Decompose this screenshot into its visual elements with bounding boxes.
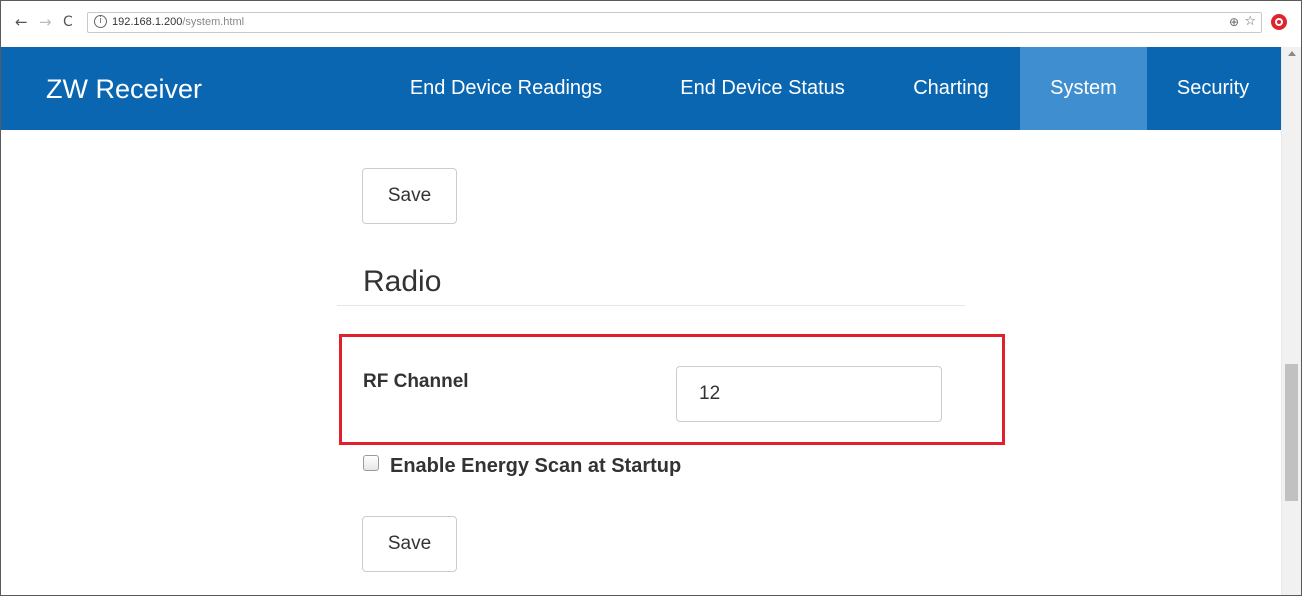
site-navbar: ZW Receiver End Device Readings End Devi…: [1, 47, 1281, 130]
section-title-radio: Radio: [363, 265, 442, 298]
nav-charting[interactable]: Charting: [893, 47, 1009, 130]
reload-icon[interactable]: C: [63, 14, 73, 30]
address-bar[interactable]: i 192.168.1.200/system.html ⊕ ☆: [87, 12, 1262, 33]
nav-system[interactable]: System: [1020, 47, 1147, 130]
save-button-bottom[interactable]: Save: [362, 516, 457, 572]
save-button-top[interactable]: Save: [362, 168, 457, 224]
browser-window: ← → C i 192.168.1.200/system.html ⊕ ☆ ZW…: [0, 0, 1302, 596]
extension-icon[interactable]: [1271, 14, 1287, 30]
url-host: 192.168.1.200: [112, 16, 183, 28]
rf-channel-input[interactable]: 12: [676, 366, 942, 422]
rf-channel-label: RF Channel: [363, 371, 469, 392]
forward-arrow-icon[interactable]: →: [39, 14, 52, 30]
energy-scan-checkbox[interactable]: [363, 455, 379, 471]
section-divider: [337, 305, 965, 306]
nav-security[interactable]: Security: [1153, 47, 1273, 130]
scroll-up-arrow-icon[interactable]: [1288, 51, 1296, 56]
url-path: /system.html: [182, 16, 245, 28]
browser-toolbar: ← → C i 192.168.1.200/system.html ⊕ ☆: [1, 0, 1301, 47]
url-text: 192.168.1.200/system.html: [112, 16, 244, 28]
back-arrow-icon[interactable]: ←: [15, 14, 28, 30]
bookmark-star-icon[interactable]: ☆: [1244, 14, 1256, 29]
energy-scan-label[interactable]: Enable Energy Scan at Startup: [390, 455, 681, 478]
info-icon[interactable]: i: [94, 15, 107, 28]
nav-end-device-status[interactable]: End Device Status: [653, 47, 872, 130]
zoom-icon[interactable]: ⊕: [1229, 15, 1239, 29]
brand-title[interactable]: ZW Receiver: [46, 74, 202, 105]
page-scrollbar[interactable]: [1281, 47, 1301, 595]
scroll-thumb[interactable]: [1285, 364, 1298, 501]
nav-end-device-readings[interactable]: End Device Readings: [381, 47, 631, 130]
